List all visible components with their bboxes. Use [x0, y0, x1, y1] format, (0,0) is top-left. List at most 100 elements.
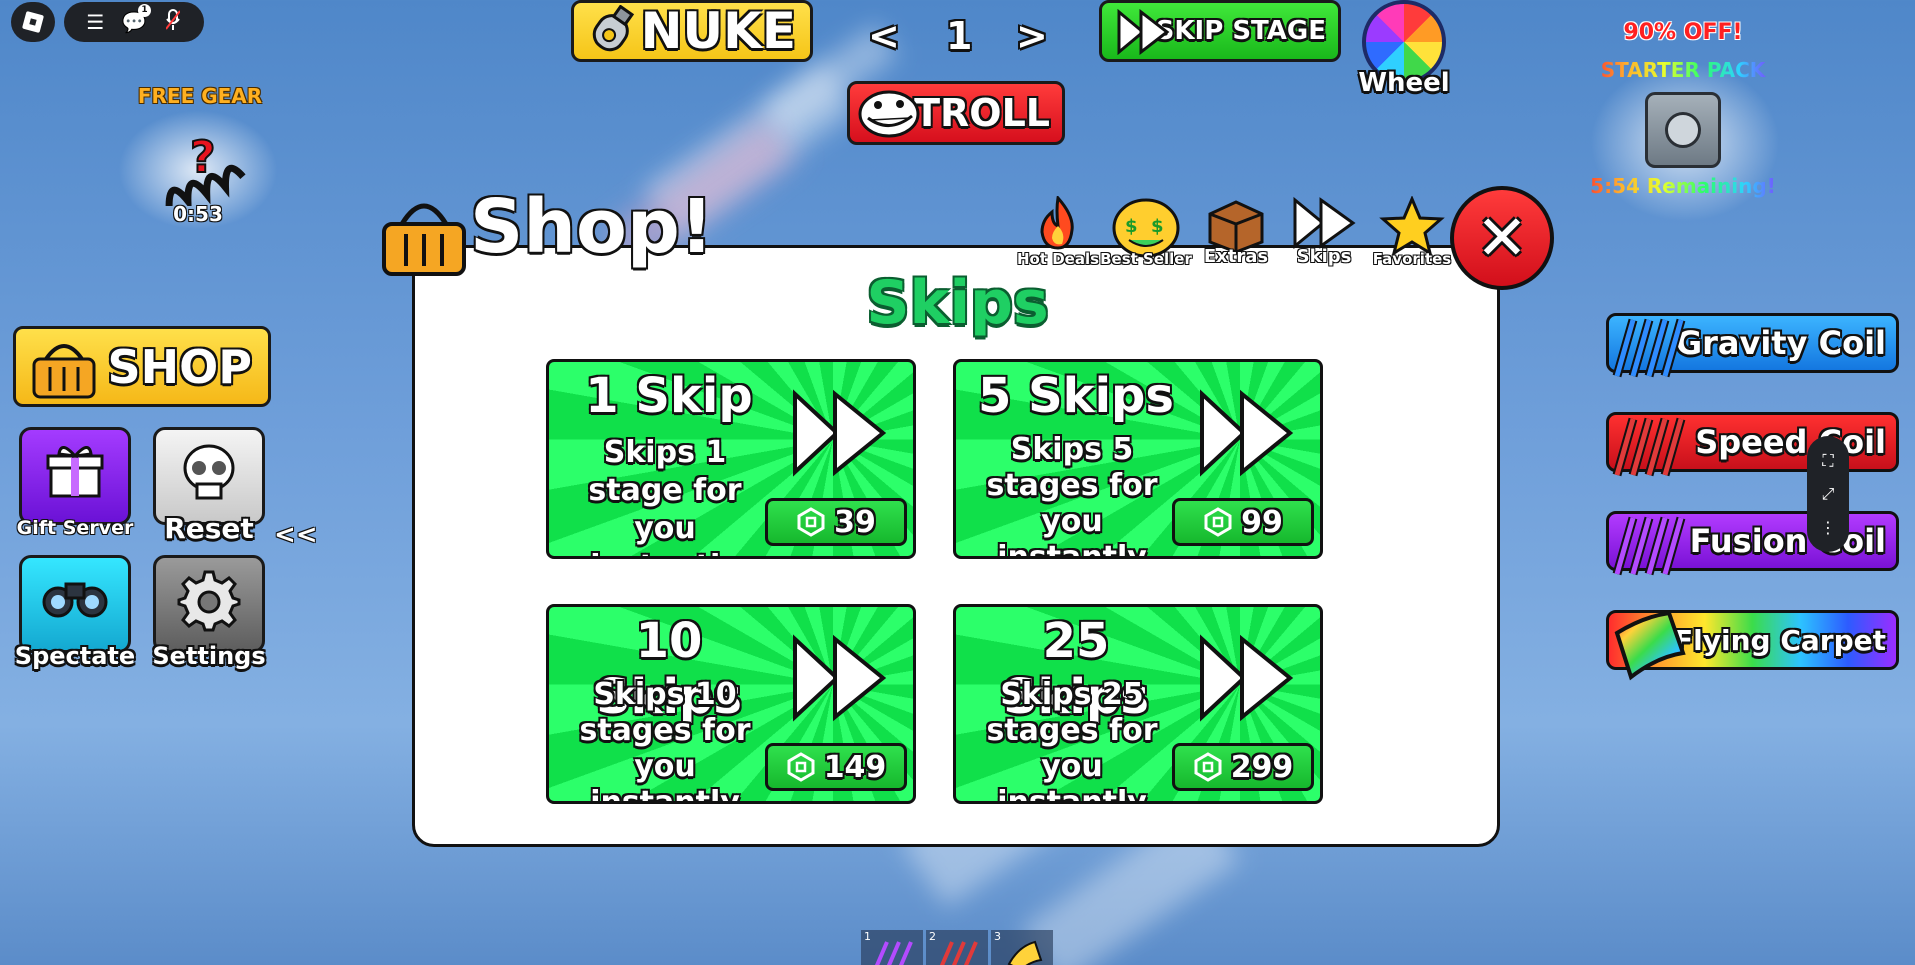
nuke-label: NUKE	[640, 2, 796, 60]
roblox-topbar: ☰ 💬 1	[64, 2, 204, 42]
hamburger-icon[interactable]: ☰	[82, 10, 108, 34]
tab-hot-deals[interactable]: Hot Deals	[1016, 194, 1100, 268]
page-number: 1	[946, 14, 973, 58]
starter-pack-title: STARTER PACK	[1590, 58, 1776, 82]
roblox-menu-button[interactable]	[11, 2, 55, 42]
starter-pack-timer: 5:54 Remaining!	[1580, 174, 1786, 198]
shop-button[interactable]: SHOP	[13, 326, 271, 407]
spectate-button[interactable]	[19, 555, 131, 653]
price-value: 39	[834, 504, 876, 540]
tab-best-seller[interactable]: $ $ Best Seller	[1100, 196, 1192, 268]
tab-extras[interactable]: Extras	[1194, 196, 1278, 267]
hotbar-slot-number: 3	[994, 930, 1001, 943]
robux-icon	[1204, 507, 1232, 537]
fusion-coil-button[interactable]: Fusion Coil	[1606, 511, 1899, 576]
screenshot-icon[interactable]: ⛶	[1822, 451, 1833, 471]
skip-card-description: Skips 10 stages for you instantly	[579, 677, 751, 804]
binoculars-icon	[42, 582, 108, 618]
robux-icon	[797, 507, 825, 537]
price-value: 99	[1241, 504, 1283, 540]
spectate-label: Spectate	[14, 642, 136, 670]
chat-icon[interactable]: 💬 1	[121, 4, 151, 34]
settings-button[interactable]	[153, 555, 265, 653]
flying-carpet-button[interactable]: Flying Carpet	[1606, 610, 1899, 681]
troll-label: TROLL	[914, 91, 1050, 135]
gift-icon	[46, 446, 104, 498]
chat-badge: 1	[137, 4, 151, 17]
skip-card-title: 1 Skip	[585, 368, 753, 424]
fast-forward-icon	[793, 389, 887, 477]
money-face-icon: $ $	[1112, 198, 1180, 258]
fast-forward-icon	[793, 634, 887, 722]
robux-icon	[1194, 752, 1222, 782]
price-value: 149	[823, 749, 887, 785]
hotbar-slot[interactable]: 1	[861, 930, 923, 965]
free-gear-timer: 0:53	[173, 202, 223, 226]
skip-stage-button[interactable]: SKIP STAGE	[1099, 0, 1341, 62]
skip-stage-label: SKIP STAGE	[1155, 16, 1326, 46]
svg-text:$: $	[1151, 216, 1164, 237]
speed-coil-button[interactable]: Speed Coil	[1606, 412, 1899, 477]
skip-card[interactable]: 25 Skips Skips 25 stages for you instant…	[953, 604, 1323, 804]
skull-icon	[183, 444, 235, 500]
fast-forward-icon	[1200, 634, 1294, 722]
prev-page-button[interactable]: <	[868, 14, 900, 64]
shop-button-label: SHOP	[107, 339, 252, 394]
mystery-gear-icon[interactable]: ?	[150, 126, 246, 206]
hotbar-slot-number: 2	[929, 930, 936, 943]
next-page-button[interactable]: >	[1016, 14, 1048, 64]
svg-text:$: $	[1125, 216, 1138, 237]
gift-server-label: Gift Server	[16, 517, 134, 539]
fire-icon	[1040, 194, 1074, 250]
fast-forward-icon	[1200, 389, 1294, 477]
skip-card[interactable]: 5 Skips Skips 5 stages for you instantly…	[953, 359, 1323, 559]
robux-icon	[787, 752, 815, 782]
skip-card-description: Skips 25 stages for you instantly	[986, 677, 1158, 804]
starter-pack-discount: 90% OFF!	[1623, 20, 1743, 45]
coil-icon	[1612, 417, 1686, 477]
hotbar-slot[interactable]: 2	[926, 930, 988, 965]
price-value: 299	[1230, 749, 1294, 785]
buy-button[interactable]: 149	[765, 743, 907, 791]
star-icon	[1379, 195, 1445, 257]
troll-face-icon	[858, 90, 920, 138]
tab-favorites-label: Favorites	[1372, 250, 1452, 268]
tab-skips[interactable]: Skips	[1282, 196, 1366, 267]
buy-button[interactable]: 99	[1172, 498, 1314, 546]
close-icon: ✕	[1476, 201, 1528, 274]
reset-label: Reset	[164, 512, 254, 545]
skip-card[interactable]: 10 Skips Skips 10 stages for you instant…	[546, 604, 916, 804]
free-gear-label: FREE GEAR	[137, 84, 263, 108]
fusion-coil-label: Fusion Coil	[1689, 522, 1886, 560]
skip-card[interactable]: 1 Skip Skips 1 stage for you instantly 3…	[546, 359, 916, 559]
drag-handle-icon[interactable]: ⋮	[1820, 518, 1836, 537]
flying-carpet-label: Flying Carpet	[1674, 623, 1886, 657]
fullscreen-icon[interactable]: ⤢	[1822, 484, 1835, 504]
hotbar-slot[interactable]: 3	[991, 930, 1053, 965]
wheel-label[interactable]: Wheel	[1356, 68, 1452, 98]
coil-icon	[1612, 516, 1686, 576]
tab-favorites[interactable]: Favorites	[1370, 195, 1454, 268]
gravity-coil-label: Gravity Coil	[1675, 324, 1886, 362]
tab-best-seller-label: Best Seller	[1100, 250, 1192, 268]
gravity-coil-button[interactable]: Gravity Coil	[1606, 313, 1899, 378]
fast-forward-icon	[1117, 9, 1170, 55]
troll-button[interactable]: TROLL	[847, 81, 1065, 145]
bomb-icon	[592, 5, 635, 52]
buy-button[interactable]: 39	[765, 498, 907, 546]
coil-icon	[1612, 318, 1686, 378]
skip-card-description: Skips 5 stages for you instantly	[986, 432, 1158, 559]
gift-server-button[interactable]	[19, 427, 131, 525]
skip-icon	[1293, 196, 1356, 250]
reset-button[interactable]	[153, 427, 265, 525]
collapse-menu-button[interactable]: <<	[274, 520, 318, 550]
nuke-button[interactable]: NUKE	[571, 0, 813, 62]
microphone-icon[interactable]	[160, 8, 186, 36]
safe-icon[interactable]	[1645, 92, 1721, 168]
hotbar-slot-number: 1	[864, 930, 871, 943]
svg-text:?: ?	[190, 132, 216, 183]
buy-button[interactable]: 299	[1172, 743, 1314, 791]
skip-card-title: 5 Skips	[978, 368, 1174, 424]
speed-coil-label: Speed Coil	[1695, 423, 1886, 461]
skip-card-description: Skips 1 stage for you instantly	[588, 435, 742, 556]
